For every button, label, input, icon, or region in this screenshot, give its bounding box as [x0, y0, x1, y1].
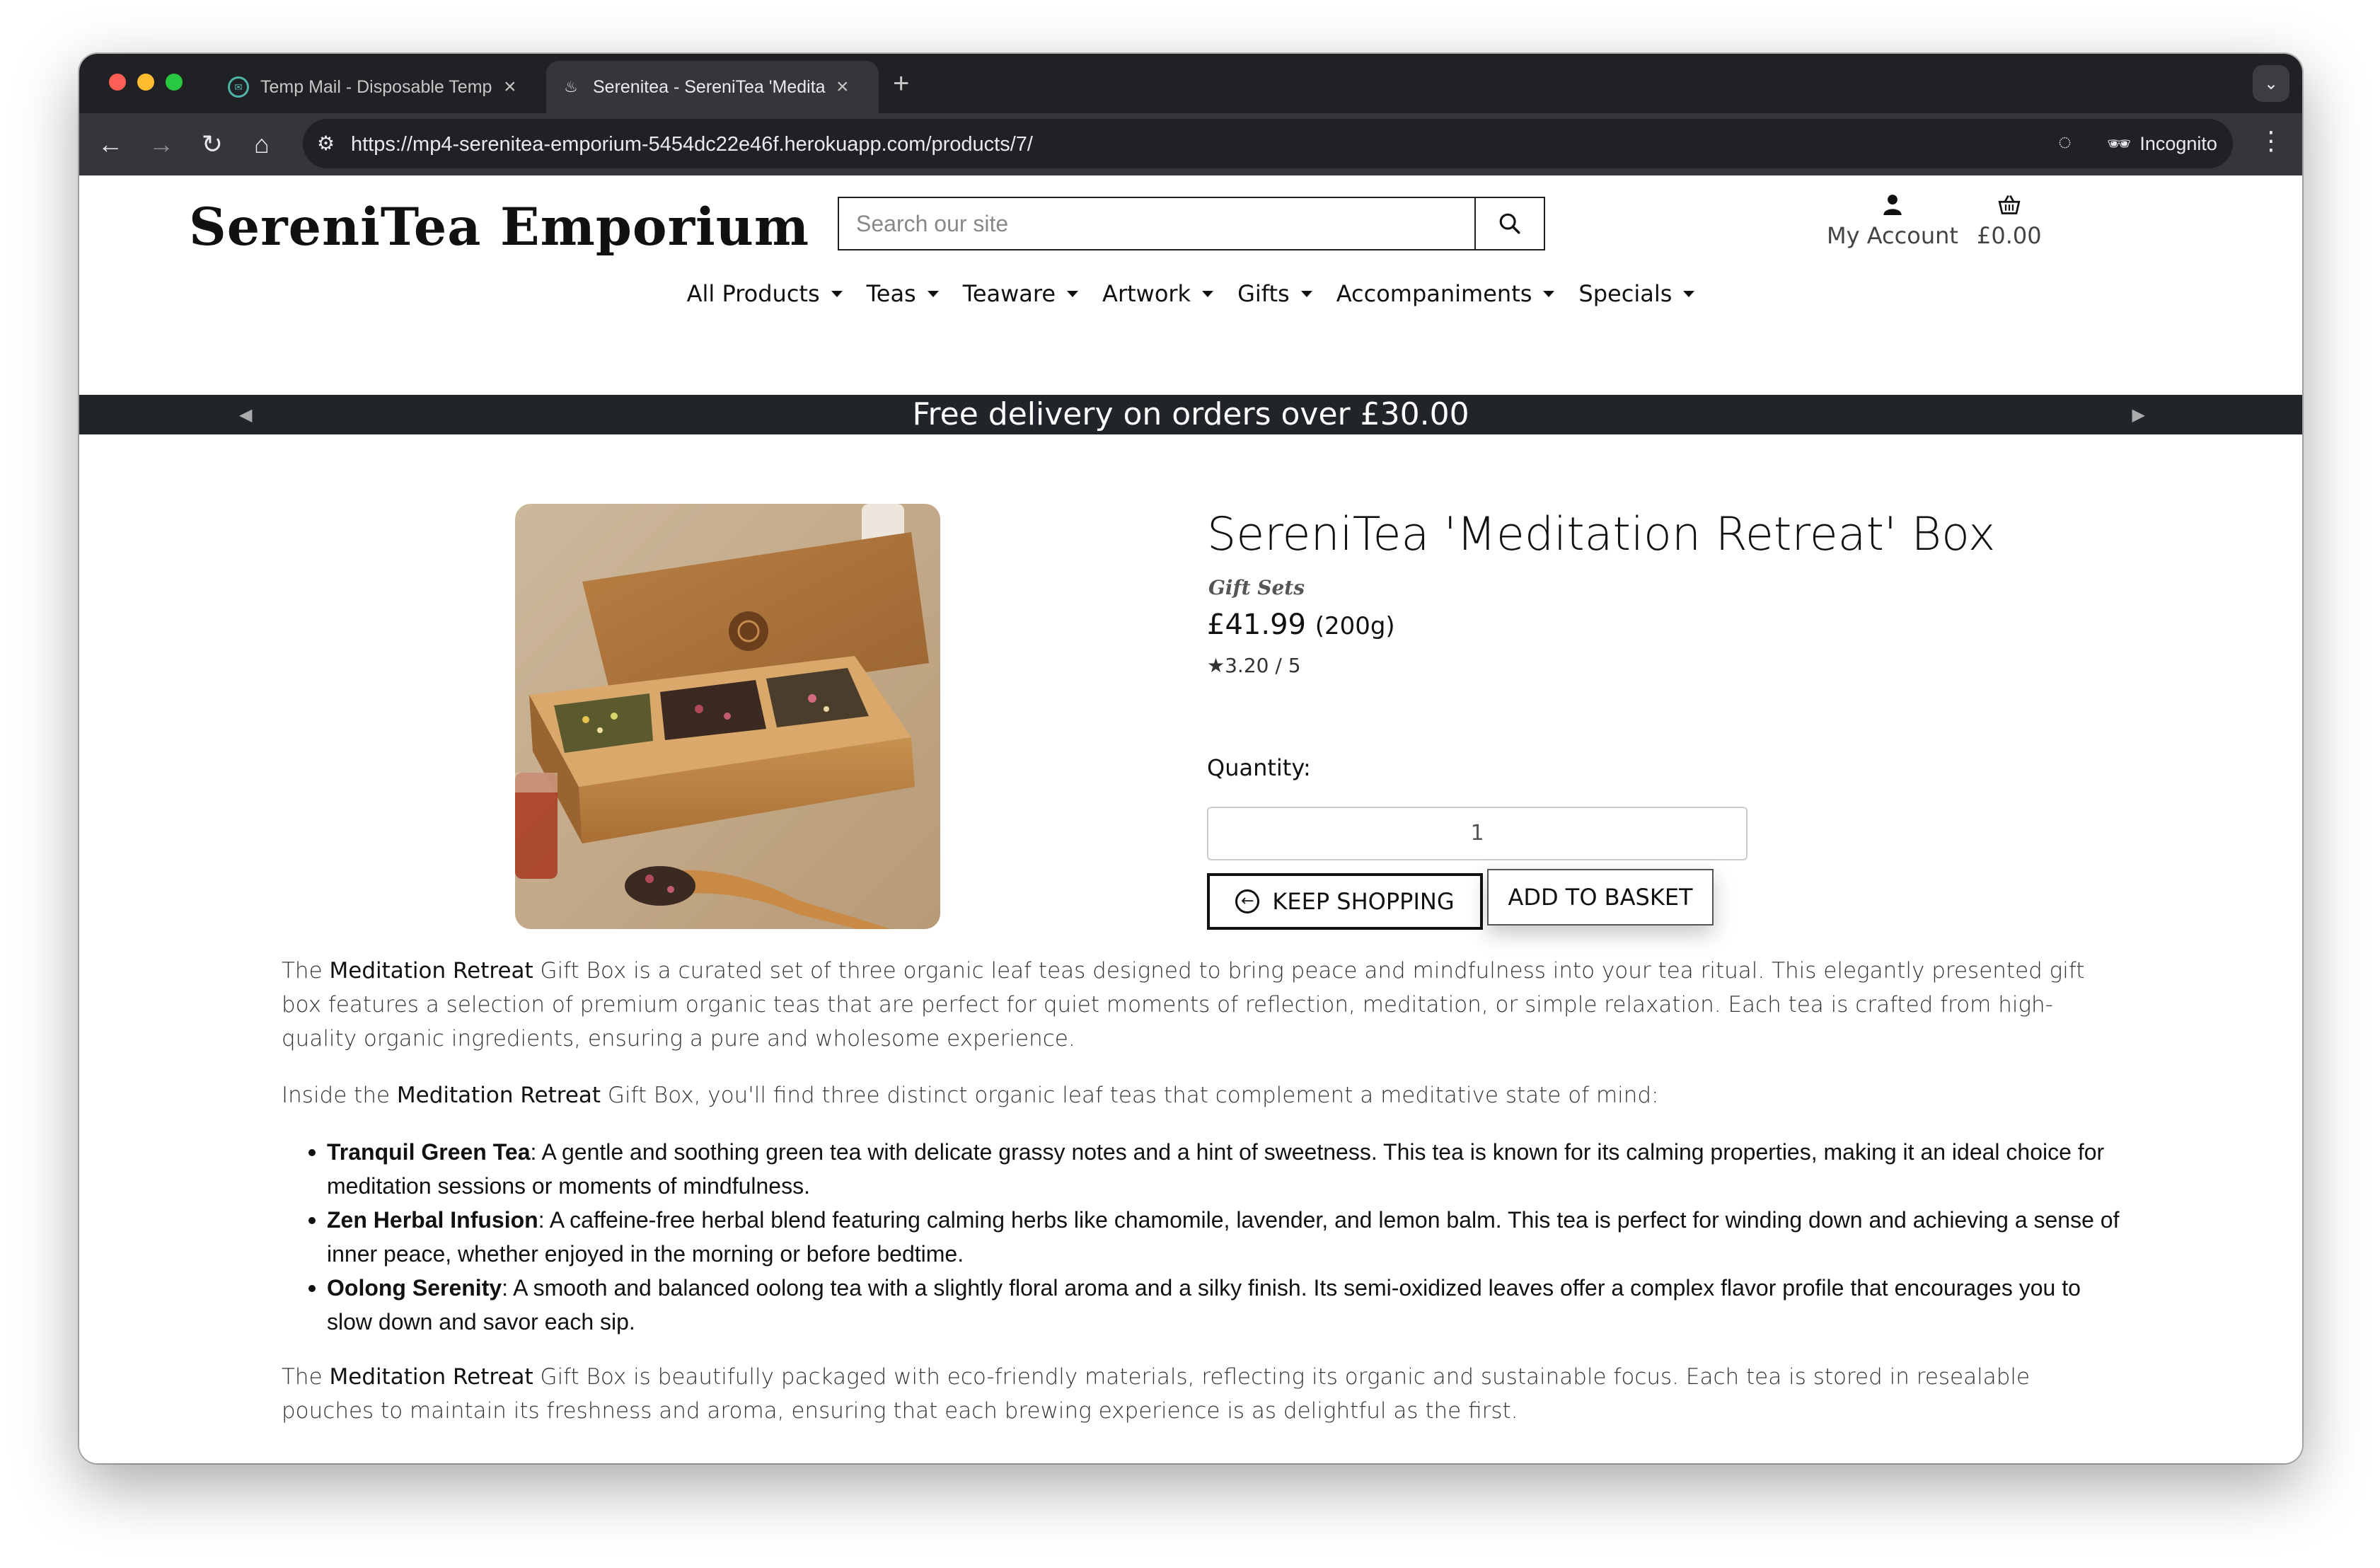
- caret-down-icon: [1300, 290, 1312, 297]
- product-title: SereniTea 'Meditation Retreat' Box: [1207, 508, 1996, 561]
- my-account-link[interactable]: My Account: [1827, 194, 1958, 249]
- close-tab-icon[interactable]: ×: [504, 75, 516, 99]
- caret-down-icon: [1683, 290, 1695, 297]
- caret-down-icon: [831, 290, 843, 297]
- quantity-label: Quantity:: [1207, 754, 1311, 781]
- nav-accompaniments[interactable]: Accompaniments: [1336, 280, 1555, 307]
- list-item: Oolong Serenity: A smooth and balanced o…: [282, 1271, 2121, 1339]
- tab-title: Temp Mail - Disposable Temp: [260, 76, 492, 97]
- caret-down-icon: [927, 290, 939, 297]
- tea-list: Tranquil Green Tea: A gentle and soothin…: [282, 1135, 2121, 1339]
- product-image: [515, 504, 940, 929]
- eye-slash-icon[interactable]: ◌: [2058, 129, 2072, 155]
- list-item: Tranquil Green Tea: A gentle and soothin…: [282, 1135, 2121, 1203]
- list-item: Zen Herbal Infusion: A caffeine-free her…: [282, 1203, 2121, 1271]
- nav-gifts[interactable]: Gifts: [1237, 280, 1312, 307]
- maximize-window-button[interactable]: [166, 74, 183, 91]
- caret-down-icon: [1067, 290, 1079, 297]
- incognito-badge[interactable]: 🕶 Incognito: [2091, 119, 2233, 168]
- main-nav: All Products Teas Teaware Artwork Gifts …: [79, 280, 2302, 307]
- search-icon: [1499, 213, 1520, 234]
- nav-label: Artwork: [1102, 280, 1191, 307]
- new-tab-button[interactable]: +: [893, 68, 909, 99]
- basket-total: £0.00: [1977, 222, 2042, 249]
- description-paragraph: The Meditation Retreat Gift Box is beaut…: [282, 1364, 2030, 1424]
- tab-strip: ✉ Temp Mail - Disposable Temp × ♨ Sereni…: [79, 54, 2302, 113]
- product-rating: ★3.20 / 5: [1207, 654, 1301, 677]
- url-text[interactable]: https://mp4-serenitea-emporium-5454dc22e…: [351, 133, 1033, 156]
- add-to-basket-button[interactable]: ADD TO BASKET: [1487, 869, 1714, 926]
- reload-icon[interactable]: ↻: [195, 127, 229, 161]
- browser-toolbar: ← → ↻ ⌂ ⚙ https://mp4-serenitea-emporium…: [79, 113, 2302, 175]
- nav-teas[interactable]: Teas: [867, 280, 939, 307]
- nav-label: Accompaniments: [1336, 280, 1532, 307]
- nav-label: Specials: [1578, 280, 1673, 307]
- price-value: £41.99: [1207, 609, 1306, 641]
- product-price: £41.99 (200g): [1207, 609, 1395, 641]
- nav-label: Teas: [866, 280, 916, 307]
- carousel-prev-icon[interactable]: ◀: [239, 395, 252, 434]
- product-category-link[interactable]: Gift Sets: [1208, 576, 1305, 599]
- web-page: SereniTea Emporium My Account £0.00 A: [79, 175, 2302, 1463]
- address-bar[interactable]: ⚙ https://mp4-serenitea-emporium-5454dc2…: [303, 119, 2142, 168]
- teapot-icon: ♨: [564, 78, 578, 96]
- product-description: The Meditation Retreat Gift Box is a cur…: [282, 954, 2121, 1451]
- tab-temp-mail[interactable]: ✉ Temp Mail - Disposable Temp ×: [214, 61, 546, 113]
- tab-serenitea[interactable]: ♨ Serenitea - SereniTea 'Medita ×: [546, 61, 879, 113]
- caret-down-icon: [1543, 290, 1555, 297]
- my-account-label: My Account: [1827, 222, 1958, 249]
- browser-menu-icon[interactable]: ⋮: [2258, 126, 2284, 156]
- basket-link[interactable]: £0.00: [1977, 194, 2042, 249]
- carousel-next-icon[interactable]: ▶: [2132, 395, 2145, 434]
- nav-label: All Products: [686, 280, 820, 307]
- browser-window: ✉ Temp Mail - Disposable Temp × ♨ Sereni…: [79, 54, 2302, 1463]
- promo-text: Free delivery on orders over £30.00: [912, 396, 1469, 432]
- arrow-left-circle-icon: ←: [1235, 889, 1260, 913]
- nav-label: Teaware: [962, 280, 1056, 307]
- back-arrow-icon[interactable]: ←: [93, 127, 127, 161]
- close-window-button[interactable]: [109, 74, 126, 91]
- home-icon[interactable]: ⌂: [245, 127, 279, 161]
- description-paragraph: Inside the Meditation Retreat Gift Box, …: [282, 1083, 1659, 1108]
- forward-arrow-icon[interactable]: →: [144, 127, 178, 161]
- nav-artwork[interactable]: Artwork: [1102, 280, 1214, 307]
- nav-specials[interactable]: Specials: [1578, 280, 1695, 307]
- incognito-icon: 🕶: [2107, 133, 2132, 154]
- incognito-label: Incognito: [2139, 132, 2217, 154]
- tempmail-icon: ✉: [228, 76, 249, 98]
- tab-search-chevron-icon[interactable]: ⌄: [2253, 65, 2289, 102]
- minimize-window-button[interactable]: [137, 74, 154, 91]
- basket-icon: [1977, 194, 2042, 222]
- keep-shopping-label: KEEP SHOPPING: [1272, 888, 1455, 915]
- star-icon: ★: [1207, 654, 1225, 677]
- nav-teaware[interactable]: Teaware: [962, 280, 1079, 307]
- quantity-input[interactable]: 1: [1207, 807, 1748, 860]
- user-icon: [1827, 194, 1958, 222]
- close-tab-icon[interactable]: ×: [836, 75, 849, 99]
- site-logo[interactable]: SereniTea Emporium: [189, 197, 809, 258]
- description-paragraph: The Meditation Retreat Gift Box is a cur…: [282, 958, 2085, 1051]
- search-input[interactable]: [839, 198, 1474, 249]
- site-settings-icon[interactable]: ⚙: [317, 132, 335, 155]
- nav-label: Gifts: [1237, 280, 1290, 307]
- product-size: (200g): [1315, 612, 1395, 640]
- keep-shopping-button[interactable]: ← KEEP SHOPPING: [1207, 873, 1483, 930]
- tab-title: Serenitea - SereniTea 'Medita: [593, 76, 826, 97]
- rating-value: 3.20 / 5: [1225, 654, 1301, 677]
- promo-banner: ◀ Free delivery on orders over £30.00 ▶: [79, 395, 2302, 434]
- search-button[interactable]: [1474, 198, 1544, 249]
- caret-down-icon: [1202, 290, 1214, 297]
- search-form: [838, 197, 1545, 250]
- nav-all-products[interactable]: All Products: [687, 280, 843, 307]
